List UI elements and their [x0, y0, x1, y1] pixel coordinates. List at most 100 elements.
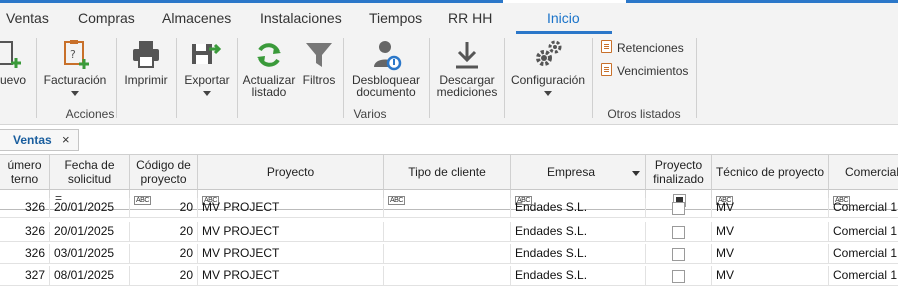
row-checkbox[interactable]	[672, 248, 685, 261]
cell-tecnico: MV	[712, 222, 829, 242]
desbloquear-documento-button[interactable]: Desbloquear documento	[346, 34, 426, 104]
facturacion-button[interactable]: ? Facturación	[40, 34, 110, 104]
imprimir-button[interactable]: Imprimir	[120, 34, 172, 104]
exportar-label: Exportar	[184, 73, 230, 87]
cell-tecnico: MV	[712, 266, 829, 286]
tab-almacenes[interactable]: Almacenes	[162, 10, 231, 26]
table-row[interactable]: 326 20/01/2025 20 MV PROJECT Endades S.L…	[0, 198, 898, 218]
filtros-button[interactable]: Filtros	[298, 34, 340, 104]
nuevo-button[interactable]: uevo	[0, 34, 30, 104]
sort-down-icon[interactable]	[632, 171, 640, 176]
cell-finalizado	[646, 198, 712, 218]
descargar-label-2: mediciones	[436, 85, 498, 99]
document-tab-ventas[interactable]: Ventas ×	[0, 129, 79, 151]
refresh-icon	[257, 43, 281, 67]
chevron-down-icon	[544, 91, 552, 96]
exportar-button[interactable]: Exportar	[180, 34, 234, 104]
tab-rrhh[interactable]: RR HH	[448, 10, 492, 26]
actualizar-label-2: listado	[251, 85, 287, 99]
column-header-numero[interactable]: úmero terno	[0, 155, 50, 190]
cell-empresa: Endades S.L.	[511, 222, 646, 242]
cell-codigo: 20	[130, 266, 198, 286]
cell-numero: 326	[0, 244, 50, 264]
table-row[interactable]: 326 03/01/2025 20 MV PROJECT Endades S.L…	[0, 244, 898, 264]
export-save-icon	[192, 43, 222, 64]
cell-finalizado	[646, 222, 712, 242]
document-tab-strip: Ventas ×	[0, 125, 898, 155]
descargar-mediciones-button[interactable]: Descargar mediciones	[432, 34, 502, 104]
vencimientos-label: Vencimientos	[617, 64, 689, 78]
ribbon-separator	[116, 38, 117, 118]
cell-numero: 326	[0, 198, 50, 218]
column-header-proyecto[interactable]: Proyecto	[198, 155, 384, 190]
actualizar-listado-button[interactable]: Actualizar listado	[240, 34, 298, 104]
row-checkbox[interactable]	[672, 202, 685, 215]
cell-empresa: Endades S.L.	[511, 198, 646, 218]
filtros-label: Filtros	[302, 73, 336, 87]
ribbon-separator	[592, 38, 593, 118]
ribbon-separator	[176, 38, 177, 118]
chevron-down-icon	[203, 91, 211, 96]
chevron-down-icon	[71, 91, 79, 96]
ribbon-separator	[36, 38, 37, 118]
column-header-fecha-solicitud[interactable]: Fecha de solicitud	[50, 155, 130, 190]
cell-numero: 326	[0, 222, 50, 242]
cell-tipo-cliente	[384, 222, 511, 242]
cell-proyecto: MV PROJECT	[198, 222, 384, 242]
cell-comercial: Comercial 1	[829, 222, 898, 242]
download-icon	[456, 42, 478, 69]
column-header-proyecto-finalizado[interactable]: Proyecto finalizado	[646, 155, 712, 190]
invoice-clipboard-icon: ?	[64, 40, 89, 69]
column-header-tecnico-proyecto[interactable]: Técnico de proyecto	[712, 155, 829, 190]
configuracion-button[interactable]: Configuración	[508, 34, 588, 104]
retenciones-label: Retenciones	[617, 41, 684, 55]
nuevo-label: uevo	[0, 73, 27, 87]
tab-inicio[interactable]: Inicio	[547, 10, 580, 26]
configuracion-label: Configuración	[510, 73, 586, 87]
column-header-codigo-proyecto[interactable]: Código de proyecto	[130, 155, 198, 190]
clipboard-icon	[601, 63, 612, 76]
new-document-icon	[0, 41, 21, 68]
cell-tipo-cliente	[384, 198, 511, 218]
column-header-empresa[interactable]: Empresa	[511, 155, 646, 190]
tab-ventas[interactable]: Ventas	[6, 10, 49, 26]
cell-comercial: Comercial 1	[829, 266, 898, 286]
ribbon-separator	[343, 38, 344, 118]
table-row[interactable]: 326 20/01/2025 20 MV PROJECT Endades S.L…	[0, 222, 898, 242]
cell-fecha: 03/01/2025	[50, 244, 130, 264]
column-header-comercial[interactable]: Comercial	[829, 155, 898, 190]
desbloquear-label-2: documento	[356, 85, 416, 99]
cell-comercial: Comercial 1	[829, 244, 898, 264]
group-label-acciones: Acciones	[65, 107, 115, 121]
group-label-varios: Varios	[353, 107, 387, 121]
close-icon[interactable]: ×	[62, 132, 70, 147]
column-header-tipo-cliente[interactable]: Tipo de cliente	[384, 155, 511, 190]
tab-instalaciones[interactable]: Instalaciones	[260, 10, 342, 26]
ribbon-separator	[237, 38, 238, 118]
facturacion-label: Facturación	[43, 73, 107, 87]
cell-empresa: Endades S.L.	[511, 266, 646, 286]
printer-icon	[133, 41, 159, 68]
cell-codigo: 20	[130, 198, 198, 218]
cell-proyecto: MV PROJECT	[198, 244, 384, 264]
row-checkbox[interactable]	[672, 270, 685, 283]
cell-tipo-cliente	[384, 244, 511, 264]
retenciones-button[interactable]: Retenciones	[601, 40, 684, 55]
ribbon-separator	[429, 38, 430, 118]
svg-text:?: ?	[70, 48, 76, 61]
vencimientos-button[interactable]: Vencimientos	[601, 63, 688, 78]
cell-comercial: Comercial 1	[829, 198, 898, 218]
cell-empresa: Endades S.L.	[511, 244, 646, 264]
tab-tiempos[interactable]: Tiempos	[369, 10, 422, 26]
tab-compras[interactable]: Compras	[78, 10, 135, 26]
main-tab-bar: Ventas Compras Almacenes Instalaciones T…	[0, 3, 898, 34]
table-row[interactable]: 327 08/01/2025 20 MV PROJECT Endades S.L…	[0, 266, 898, 286]
ribbon-separator	[696, 38, 697, 118]
cell-fecha: 20/01/2025	[50, 198, 130, 218]
cell-codigo: 20	[130, 244, 198, 264]
cell-finalizado	[646, 244, 712, 264]
clipboard-icon	[601, 40, 612, 53]
cell-fecha: 20/01/2025	[50, 222, 130, 242]
cell-tecnico: MV	[712, 244, 829, 264]
row-checkbox[interactable]	[672, 226, 685, 239]
